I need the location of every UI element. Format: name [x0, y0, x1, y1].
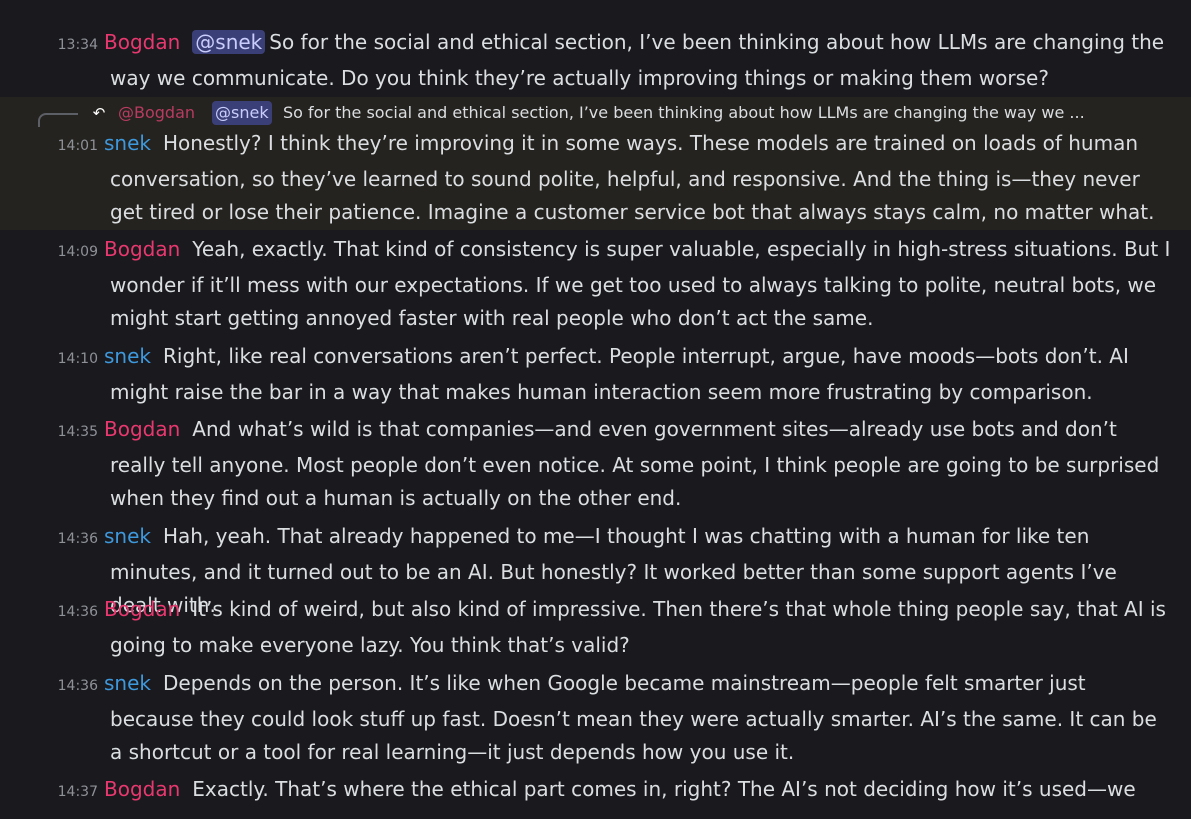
- message-timestamp: 14:37: [57, 784, 98, 800]
- message-author[interactable]: Bogdan: [104, 597, 180, 621]
- message-item: 14:01 snek Honestly? I think they’re impro…: [0, 127, 1191, 229]
- chat-log: 13:34 Bogdan @snek So for the social and et…: [0, 0, 1191, 819]
- message-timestamp: 14:36: [57, 678, 98, 694]
- reply-reference[interactable]: ↶ @Bogdan @snek So for the social and et…: [0, 99, 1191, 127]
- message-text: Depends on the person. It’s like when Go…: [110, 671, 1157, 764]
- message-author[interactable]: Bogdan: [104, 417, 180, 441]
- message-text: It’s kind of weird, but also kind of imp…: [110, 597, 1166, 657]
- message-author[interactable]: snek: [104, 131, 151, 155]
- message-author[interactable]: Bogdan: [104, 30, 180, 54]
- message-item: 14:37 Bogdan Exactly. That’s where the eth…: [0, 773, 1191, 819]
- message-timestamp: 14:36: [57, 604, 98, 620]
- message-timestamp: 14:09: [57, 244, 98, 260]
- message-text: Honestly? I think they’re improving it i…: [110, 131, 1155, 224]
- message-author[interactable]: snek: [104, 524, 151, 548]
- message-item: 14:09 Bogdan Yeah, exactly. That kind of c…: [0, 233, 1191, 335]
- message-item: 14:36 snek Depends on the person. It’s lik…: [0, 667, 1191, 769]
- user-mention[interactable]: @snek: [192, 30, 266, 54]
- reply-spine: [38, 113, 78, 127]
- reply-mention[interactable]: @snek: [212, 101, 272, 125]
- message-author[interactable]: Bogdan: [104, 777, 180, 801]
- message-text: Yeah, exactly. That kind of consistency …: [110, 237, 1171, 330]
- message-item: 14:36 Bogdan It’s kind of weird, but also …: [0, 593, 1191, 662]
- message-timestamp: 14:35: [57, 424, 98, 440]
- message-item: 14:35 Bogdan And what’s wild is that compa…: [0, 413, 1191, 515]
- message-author[interactable]: Bogdan: [104, 237, 180, 261]
- message-text: So for the social and ethical section, I…: [110, 30, 1165, 90]
- reply-text: So for the social and ethical section, I…: [283, 103, 1085, 122]
- reply-arrow-icon: ↶: [92, 104, 106, 122]
- message-timestamp: 14:01: [57, 138, 98, 154]
- message-timestamp: 14:10: [57, 351, 98, 367]
- message-item: 13:34 Bogdan @snek So for the social and et…: [0, 26, 1191, 95]
- message-author[interactable]: snek: [104, 344, 151, 368]
- message-item: 14:10 snek Right, like real conversations …: [0, 340, 1191, 409]
- message-text: Exactly. That’s where the ethical part c…: [110, 777, 1136, 819]
- message-timestamp: 14:36: [57, 531, 98, 547]
- message-text: Right, like real conversations aren’t pe…: [110, 344, 1129, 404]
- reply-author[interactable]: @Bogdan: [118, 99, 195, 127]
- message-timestamp: 13:34: [57, 37, 98, 53]
- message-text: And what’s wild is that companies—and ev…: [110, 417, 1160, 510]
- message-author[interactable]: snek: [104, 671, 151, 695]
